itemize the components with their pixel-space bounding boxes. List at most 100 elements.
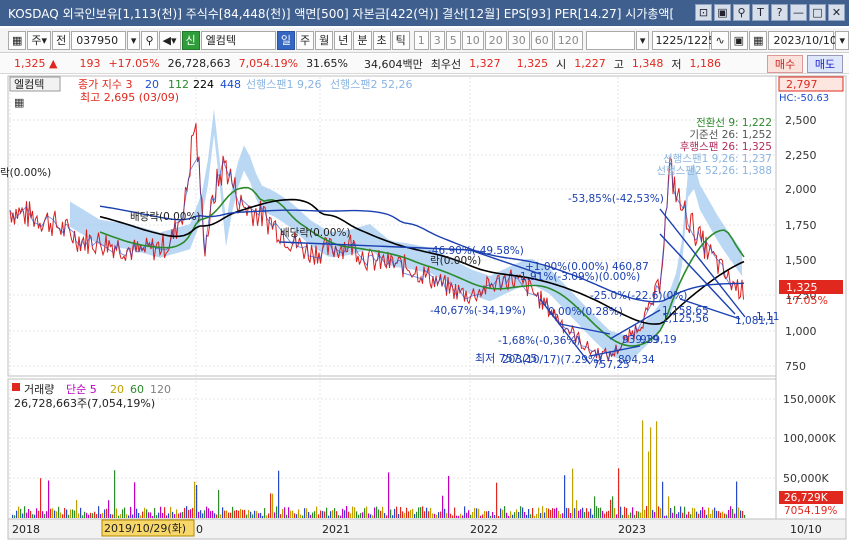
period-tick[interactable]: 틱 [391, 30, 410, 50]
volume-bar [444, 508, 446, 518]
volume-bar [226, 510, 228, 518]
chart-annotation: 1,11 [756, 311, 779, 323]
volume-bar [18, 506, 20, 518]
stock-code-input[interactable]: 037950 [71, 30, 126, 50]
stock-name-field[interactable]: 엘컴텍 [200, 30, 276, 50]
interval-20[interactable]: 20 [484, 30, 507, 50]
interval-custom-input[interactable] [585, 30, 635, 50]
volume-bar [426, 507, 428, 518]
high-price: 1,348 [631, 57, 664, 70]
volume-bar [22, 513, 24, 518]
period-month[interactable]: 월 [315, 30, 334, 50]
volume-bar [270, 493, 272, 518]
volume-bar [216, 514, 218, 518]
volume-bar [582, 507, 584, 518]
search-icon[interactable]: ⚲ [141, 30, 158, 50]
price-change-pct: +17.05% [108, 57, 160, 70]
sound-icon[interactable]: ◀▾ [158, 30, 181, 50]
table-icon[interactable]: ▦ [14, 96, 24, 109]
interval-10[interactable]: 10 [461, 30, 484, 50]
volume-bar [240, 508, 242, 518]
volume-y-tick: 50,000K [783, 472, 829, 485]
volume-legend-item: 60 [130, 383, 144, 396]
volume-bar [714, 507, 716, 518]
volume-text: 26,728,663주(7,054,19%) [14, 397, 155, 410]
volume-bar [24, 506, 26, 518]
volume-bar [522, 507, 524, 518]
text-icon[interactable]: T [752, 4, 769, 21]
volume-bar [64, 508, 66, 518]
volume-bar [98, 506, 100, 518]
interval-5[interactable]: 5 [445, 30, 461, 50]
chart-area[interactable]: 엘컴텍 종가 지수 3 20 112 224 448 선행스팬1 9,26 선행스팬2 52… [0, 74, 849, 542]
period-minute[interactable]: 분 [353, 30, 372, 50]
interval-30[interactable]: 30 [507, 30, 530, 50]
period-week[interactable]: 주 [296, 30, 315, 50]
low-price: 1,186 [689, 57, 722, 70]
period-second[interactable]: 초 [372, 30, 391, 50]
volume-legend-item: 거래량 [24, 383, 54, 396]
prev-button[interactable]: 전 [52, 30, 71, 50]
volume-bar [168, 513, 170, 518]
volume-bar [260, 512, 262, 518]
volume-bar [52, 508, 54, 518]
volume-bar [412, 508, 414, 518]
volume-bar [456, 515, 458, 518]
chart-annotation: -25.0%(-22.6)(0%) [590, 290, 687, 302]
interval-3[interactable]: 3 [429, 30, 445, 50]
period-day[interactable]: 일 [276, 30, 296, 50]
volume-bar [360, 513, 362, 518]
volume-bar [658, 506, 660, 518]
minimize-icon[interactable]: — [790, 4, 807, 21]
volume-bar [234, 510, 236, 518]
volume-bar [338, 515, 340, 518]
restore-icon[interactable]: □ [809, 4, 826, 21]
stock-chart[interactable]: 엘컴텍 종가 지수 3 20 112 224 448 선행스팬1 9,26 선행스팬2 52… [0, 74, 849, 542]
price-legend-item: 종가 지수 3 [78, 78, 132, 91]
period-year[interactable]: 년 [334, 30, 353, 50]
code-dropdown-icon[interactable]: ▾ [126, 30, 141, 50]
volume-bar [652, 509, 654, 518]
volume-bar [124, 507, 126, 518]
x-right-label: 10/10 [790, 523, 822, 536]
volume-bar [316, 506, 318, 518]
volume-bar [406, 507, 408, 518]
chart-annotation: 배당락(0.00%) [280, 227, 351, 239]
calendar-icon[interactable]: ▦ [749, 30, 768, 50]
date-dropdown-icon[interactable]: ▾ [835, 30, 849, 50]
volume-bar [178, 513, 180, 518]
interval-120[interactable]: 120 [553, 30, 583, 50]
volume-bar [140, 515, 142, 518]
volume-bar [490, 515, 492, 518]
grid-icon[interactable]: ▦ [8, 30, 27, 50]
buy-button[interactable]: 매수 [767, 55, 803, 73]
volume-bar [706, 514, 708, 518]
volume-bar [574, 508, 576, 518]
volume-bar [654, 511, 656, 518]
pin-icon[interactable]: ⚲ [733, 4, 750, 21]
volume-bar [544, 512, 546, 518]
interval-dropdown-icon[interactable]: ▾ [635, 30, 650, 50]
pct-tag: 17.05% [786, 294, 828, 307]
interval-60[interactable]: 60 [530, 30, 553, 50]
interval-1[interactable]: 1 [413, 30, 429, 50]
layout-icon[interactable]: ⊡ [695, 4, 712, 21]
save-icon[interactable]: ▣ [714, 4, 731, 21]
volume-bar [286, 514, 288, 518]
help-icon[interactable]: ? [771, 4, 788, 21]
date-field[interactable]: 2023/10/10 [768, 30, 837, 50]
sell-button[interactable]: 매도 [807, 55, 843, 73]
chart-tool-icon[interactable]: ∿ [711, 30, 729, 50]
volume-bar [158, 512, 160, 518]
volume-bar [194, 481, 196, 518]
volume-legend-item: 단순 5 [66, 383, 97, 396]
volume-bar [592, 514, 594, 518]
market-select[interactable]: 주 ▾ [27, 30, 52, 50]
disk-icon[interactable]: ▣ [729, 30, 749, 50]
close-icon[interactable]: ✕ [828, 4, 845, 21]
volume-bar [518, 512, 520, 518]
volume-bar [374, 507, 376, 518]
volume-bar [520, 506, 522, 518]
volume-bar [630, 512, 632, 518]
data-count-field[interactable]: 1225/1225 [652, 30, 715, 50]
